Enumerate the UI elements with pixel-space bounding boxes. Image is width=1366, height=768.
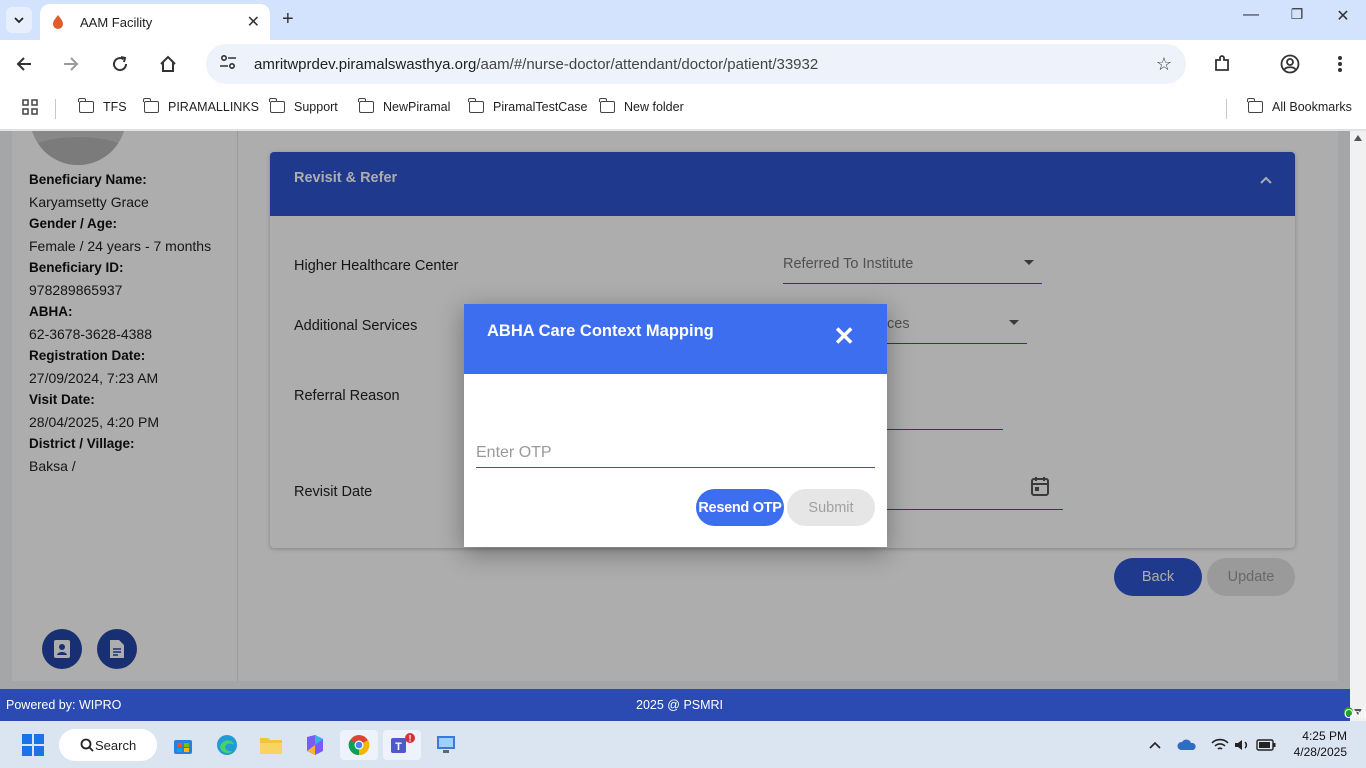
powered-by-text: Powered by: WIPRO [6,698,122,712]
battery-icon[interactable] [1251,730,1281,760]
svg-text:!: ! [409,734,412,744]
close-dialog-icon[interactable]: ✕ [833,323,855,349]
favicon-icon [50,14,66,30]
otp-input[interactable] [476,438,875,468]
close-window-button[interactable]: ✕ [1320,6,1366,26]
extensions-icon[interactable] [1208,50,1236,78]
bookmarks-divider [55,99,56,119]
bookmark-label: PiramalTestCase [493,100,588,114]
browser-tabstrip: AAM Facility ✕ + — ❐ ✕ [0,0,1366,40]
abha-care-context-dialog: ABHA Care Context Mapping ✕ Resend OTP S… [464,304,887,547]
bookmark-star-icon[interactable]: ☆ [1156,54,1172,75]
new-tab-button[interactable]: + [282,8,294,31]
folder-icon [143,98,159,113]
onedrive-icon[interactable] [1172,730,1202,760]
search-label: Search [95,737,137,753]
dialog-title: ABHA Care Context Mapping [487,322,714,340]
tab-title: AAM Facility [80,14,153,30]
folder-icon [468,98,484,113]
profile-icon[interactable] [1276,50,1304,78]
online-status-label: Online [1344,707,1366,721]
taskbar-clock[interactable]: 4:25 PM 4/28/2025 [1294,728,1347,760]
bookmarks-divider [1226,99,1227,119]
bookmark-label: New folder [624,100,684,114]
bookmark-newpiramal[interactable]: NewPiramal [358,98,451,114]
bookmarks-bar: TFS PIRAMALLINKS Support NewPiramal Pira… [0,88,1366,130]
bookmark-new-folder[interactable]: New folder [599,98,684,114]
all-bookmarks-label: All Bookmarks [1272,100,1352,114]
bookmark-label: Support [294,100,338,114]
reload-icon[interactable] [106,50,134,78]
taskbar-search[interactable]: Search [59,729,157,761]
windows-start-icon[interactable] [18,730,48,760]
address-bar[interactable]: amritwprdev.piramalswasthya.org/aam/#/nu… [206,44,1186,84]
m365-icon[interactable] [300,730,330,760]
search-icon [80,738,94,752]
url-path: /aam/#/nurse-doctor/attendant/doctor/pat… [476,55,819,73]
restore-button[interactable]: ❐ [1274,6,1320,23]
page-footer: Powered by: WIPRO 2025 @ PSMRI Online [0,689,1366,721]
browser-toolbar: amritwprdev.piramalswasthya.org/aam/#/nu… [0,40,1366,88]
minimize-button[interactable]: — [1228,6,1274,24]
folder-icon [78,98,94,113]
dialog-header: ABHA Care Context Mapping ✕ [464,304,887,374]
bookmark-label: NewPiramal [383,100,451,114]
resend-otp-button[interactable]: Resend OTP [696,489,784,526]
remote-desktop-icon[interactable] [432,730,462,760]
folder-icon [599,98,615,113]
teams-icon[interactable]: T! [383,730,421,760]
close-tab-icon[interactable]: ✕ [247,12,260,32]
file-explorer-icon[interactable] [256,730,286,760]
windows-taskbar: Search T! 4:25 PM 4/28/2025 [0,721,1366,768]
bookmark-label: PIRAMALLINKS [168,100,260,114]
bookmark-piramaltestcase[interactable]: PiramalTestCase [468,98,588,114]
submit-button[interactable]: Submit [787,489,875,526]
clock-time: 4:25 PM [1302,729,1347,743]
url-text: amritwprdev.piramalswasthya.org/aam/#/nu… [254,56,1156,73]
svg-text:T: T [395,741,402,753]
page-scrollbar[interactable] [1350,131,1366,721]
bookmark-support[interactable]: Support [269,98,338,114]
site-info-icon[interactable] [220,54,236,73]
folder-icon [269,98,285,113]
tab-list-button[interactable] [6,7,32,33]
edge-browser-icon[interactable] [212,730,242,760]
copyright-text: 2025 @ PSMRI [636,698,724,712]
browser-tab-aam-facility[interactable]: AAM Facility ✕ [40,4,270,40]
folder-icon [1247,98,1263,113]
scroll-up-arrow-icon[interactable] [1354,135,1362,141]
all-bookmarks[interactable]: All Bookmarks [1247,98,1352,114]
clock-date: 4/28/2025 [1293,745,1347,759]
url-host: amritwprdev.piramalswasthya.org [254,55,477,73]
back-arrow-icon[interactable] [10,50,38,78]
folder-icon [358,98,374,113]
chevron-down-icon [14,17,24,24]
menu-kebab-icon[interactable] [1326,50,1354,78]
bookmark-piramallinks[interactable]: PIRAMALLINKS [143,98,260,114]
bookmark-label: TFS [103,100,127,114]
store-icon[interactable] [168,730,198,760]
apps-grid-icon[interactable] [22,99,38,115]
chrome-icon[interactable] [340,730,378,760]
forward-arrow-icon[interactable] [57,50,85,78]
chevron-up-icon[interactable] [1140,730,1170,760]
bookmark-tfs[interactable]: TFS [78,98,127,114]
home-icon[interactable] [154,50,182,78]
